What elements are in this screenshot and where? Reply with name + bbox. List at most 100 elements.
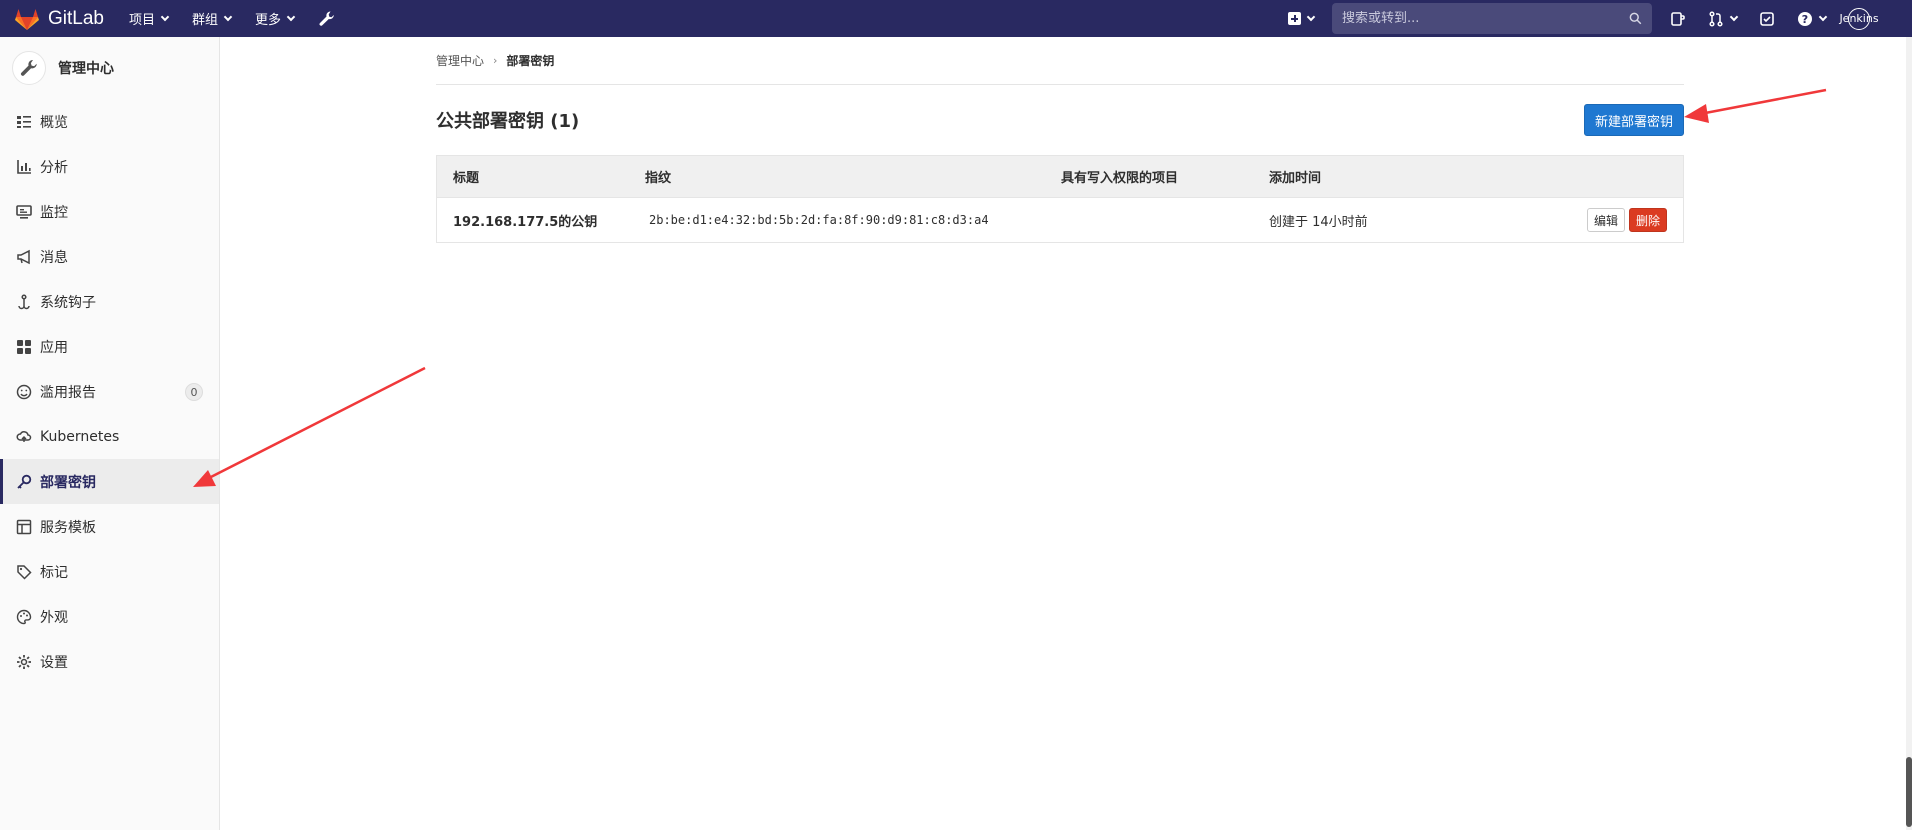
todos-button[interactable] <box>1759 11 1775 27</box>
search-box[interactable] <box>1332 3 1652 34</box>
column-header-title: 标题 <box>453 171 480 186</box>
sidebar-item-messages[interactable]: 消息 <box>0 234 219 279</box>
nav-more-label: 更多 <box>255 13 282 28</box>
hook-icon <box>16 293 32 310</box>
search-input[interactable] <box>1342 11 1629 26</box>
delete-button[interactable]: 删除 <box>1628 208 1667 232</box>
sidebar-item-kubernetes[interactable]: Kubernetes <box>0 414 219 459</box>
column-header-fingerprint: 指纹 <box>645 171 672 186</box>
help-dropdown[interactable]: ? <box>1797 11 1828 27</box>
key-icon <box>16 474 32 490</box>
merge-requests-dropdown[interactable] <box>1708 10 1739 27</box>
sidebar-item-deploy-keys[interactable]: 部署密钥 <box>0 459 219 504</box>
sidebar-item-service-templates[interactable]: 服务模板 <box>0 504 219 549</box>
gitlab-logo[interactable]: GitLab <box>14 7 104 31</box>
nav-projects-label: 项目 <box>128 13 155 28</box>
issues-button[interactable] <box>1670 11 1686 27</box>
chart-icon <box>16 159 32 175</box>
breadcrumb-current[interactable]: 部署密钥 <box>506 52 554 69</box>
chevron-down-icon <box>1818 12 1828 21</box>
column-header-added: 添加时间 <box>1269 171 1322 186</box>
chevron-down-icon <box>286 12 296 21</box>
sidebar-item-label: 系统钩子 <box>40 294 96 311</box>
user-avatar[interactable]: Jenkins <box>1839 7 1879 30</box>
sidebar-item-label: 概览 <box>40 114 68 131</box>
edit-button[interactable]: 编辑 <box>1586 208 1625 232</box>
chevron-down-icon <box>1729 12 1739 21</box>
nav-right: ? Jenkins <box>1288 0 1912 37</box>
help-icon: ? <box>1798 11 1812 26</box>
deploy-keys-table: 标题 指纹 具有写入权限的项目 添加时间 192.168.177.5的公钥 2b… <box>436 155 1684 243</box>
sidebar-item-label: 消息 <box>40 249 68 266</box>
issues-icon <box>1671 11 1685 26</box>
nav-groups-label: 群组 <box>192 13 219 28</box>
sidebar-item-applications[interactable]: 应用 <box>0 324 219 369</box>
new-deploy-key-button[interactable]: 新建部署密钥 <box>1583 104 1684 136</box>
plus-square-icon <box>1288 12 1301 25</box>
search-icon[interactable] <box>1629 12 1642 25</box>
todo-check-icon <box>1760 11 1774 26</box>
sidebar-item-label: 监控 <box>40 204 68 221</box>
scrollbar-thumb[interactable] <box>1906 757 1912 827</box>
chevron-down-icon <box>1306 12 1316 21</box>
admin-sidebar: 管理中心 概览 分析 监控 消息 系统钩子 应用 滥用报告 0 Kubernet… <box>0 37 220 830</box>
table-header-row: 标题 指纹 具有写入权限的项目 添加时间 <box>437 156 1683 197</box>
abuse-reports-count-badge: 0 <box>185 383 203 401</box>
nav-more-dropdown[interactable]: 更多 <box>255 9 296 28</box>
admin-avatar <box>12 51 46 85</box>
sidebar-item-label: 外观 <box>40 609 68 626</box>
bullhorn-icon <box>16 249 32 265</box>
kubernetes-icon <box>16 429 32 445</box>
top-navbar: GitLab 项目 群组 更多 搜索或转到... ? Jenkins <box>0 0 1912 37</box>
page-title: 公共部署密钥 (1) <box>436 111 580 132</box>
svg-text:?: ? <box>1802 13 1808 26</box>
wrench-icon <box>20 59 37 76</box>
annotation-arrow-new-button <box>1684 88 1827 123</box>
nav-projects-dropdown[interactable]: 项目 <box>128 9 170 28</box>
sidebar-item-label: 设置 <box>40 654 68 671</box>
sidebar-item-labels[interactable]: 标记 <box>0 549 219 594</box>
breadcrumb-chevron-icon: › <box>493 54 498 67</box>
annotation-arrow-deploy-keys <box>193 366 426 487</box>
admin-area-button[interactable] <box>318 10 336 28</box>
sidebar-item-label: 部署密钥 <box>40 474 96 491</box>
nav-menu: 项目 群组 更多 <box>129 9 360 28</box>
palette-icon <box>16 609 32 625</box>
brand-name: GitLab <box>48 7 104 29</box>
page-header: 公共部署密钥 (1) 新建部署密钥 <box>436 85 1684 155</box>
breadcrumb-admin-link[interactable]: 管理中心 <box>436 52 484 69</box>
sidebar-item-label: 服务模板 <box>40 519 96 536</box>
sidebar-item-label: Kubernetes <box>40 428 120 445</box>
smiley-icon <box>16 384 32 400</box>
sidebar-title: 管理中心 <box>58 61 114 77</box>
sidebar-item-settings[interactable]: 设置 <box>0 639 219 684</box>
sidebar-header[interactable]: 管理中心 <box>0 37 219 99</box>
sidebar-item-appearance[interactable]: 外观 <box>0 594 219 639</box>
new-dropdown-button[interactable] <box>1288 12 1316 25</box>
main-content: 管理中心 › 部署密钥 公共部署密钥 (1) 新建部署密钥 标题 指纹 具有写入… <box>436 37 1684 243</box>
sidebar-item-label: 标记 <box>40 564 68 581</box>
chevron-down-icon <box>160 12 170 21</box>
key-added-time: 创建于 14小时前 <box>1269 214 1368 230</box>
table-row: 192.168.177.5的公钥 2b:be:d1:e4:32:bd:5b:2d… <box>437 197 1683 242</box>
merge-request-icon <box>1709 10 1723 27</box>
sidebar-item-label: 滥用报告 <box>40 384 96 401</box>
key-fingerprint: 2b:be:d1:e4:32:bd:5b:2d:fa:8f:90:d9:81:c… <box>649 213 989 227</box>
tanuki-logo-icon <box>15 8 39 30</box>
key-title: 192.168.177.5的公钥 <box>453 214 598 230</box>
breadcrumb: 管理中心 › 部署密钥 <box>436 37 1684 85</box>
chevron-down-icon <box>223 12 233 21</box>
overview-icon <box>16 114 32 130</box>
column-header-projects: 具有写入权限的项目 <box>1061 171 1179 186</box>
sidebar-item-system-hooks[interactable]: 系统钩子 <box>0 279 219 324</box>
nav-groups-dropdown[interactable]: 群组 <box>192 9 233 28</box>
sidebar-item-analytics[interactable]: 分析 <box>0 144 219 189</box>
sidebar-item-abuse-reports[interactable]: 滥用报告 0 <box>0 369 219 414</box>
monitor-icon <box>16 204 32 220</box>
page-scrollbar[interactable] <box>1906 37 1912 830</box>
sidebar-item-overview[interactable]: 概览 <box>0 99 219 144</box>
applications-icon <box>16 339 32 355</box>
sidebar-item-monitoring[interactable]: 监控 <box>0 189 219 234</box>
wrench-icon <box>319 10 334 26</box>
template-icon <box>16 519 32 535</box>
